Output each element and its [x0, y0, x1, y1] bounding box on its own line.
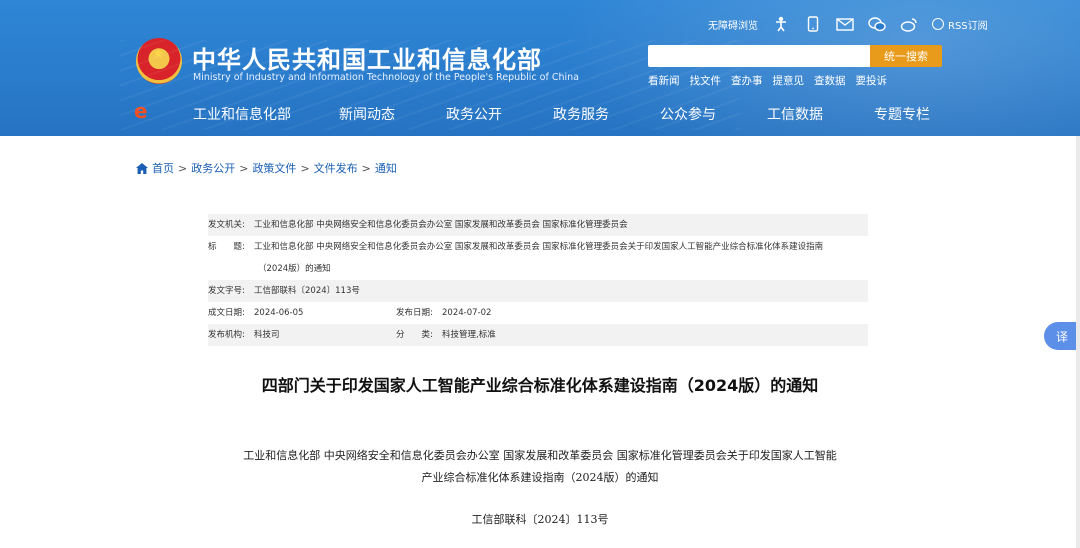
info-row-docno: 发文字号: 工信部联科〔2024〕113号 — [208, 280, 868, 302]
breadcrumb-separator: > — [300, 161, 310, 175]
info-label: 发布机构: — [208, 330, 245, 340]
rss-link[interactable]: RSS订阅 — [932, 17, 988, 32]
quick-link-files[interactable]: 找文件 — [690, 73, 722, 88]
search-input[interactable] — [648, 45, 870, 67]
info-label: 发文字号: — [208, 286, 245, 296]
breadcrumb-separator: > — [178, 161, 188, 175]
nav-item-news[interactable]: 新闻动态 — [339, 104, 395, 124]
wechat-icon[interactable] — [868, 15, 886, 33]
mail-icon[interactable] — [836, 15, 854, 33]
breadcrumb-file-release[interactable]: 文件发布 — [314, 160, 358, 176]
site-header: ★ 中华人民共和国工业和信息化部 Ministry of Industry an… — [0, 0, 1080, 136]
breadcrumb-separator: > — [361, 161, 371, 175]
scrollbar[interactable] — [1076, 136, 1080, 548]
breadcrumb-policy-files[interactable]: 政策文件 — [252, 160, 296, 176]
nav-item-public-participation[interactable]: 公众参与 — [660, 104, 716, 124]
search-button[interactable]: 统一搜索 — [870, 45, 942, 67]
info-label: 发布日期: — [396, 308, 433, 318]
breadcrumb: 首页 > 政务公开 > 政策文件 > 文件发布 > 通知 — [136, 160, 397, 176]
breadcrumb-home[interactable]: 首页 — [152, 160, 174, 176]
info-value: 科技管理,标准 — [442, 330, 496, 340]
info-value: 工业和信息化部 中央网络安全和信息化委员会办公室 国家发展和改革委员会 国家标准… — [254, 220, 628, 230]
body-paragraph: 工业和信息化部 中央网络安全和信息化委员会办公室 国家发展和改革委员会 国家标准… — [243, 449, 837, 462]
document-info-table: 发文机关: 工业和信息化部 中央网络安全和信息化委员会办公室 国家发展和改革委员… — [208, 214, 868, 346]
quick-link-services[interactable]: 查办事 — [731, 73, 763, 88]
site-subtitle: Ministry of Industry and Information Tec… — [193, 72, 579, 83]
nav-item-data[interactable]: 工信数据 — [767, 104, 823, 124]
info-row-title: 标 题: 工业和信息化部 中央网络安全和信息化委员会办公室 国家发展和改革委员会… — [208, 236, 868, 258]
info-value: 2024-06-05 — [254, 308, 304, 318]
body-docno: 工信部联科〔2024〕113号 — [471, 513, 609, 526]
info-row-issuer: 发文机关: 工业和信息化部 中央网络安全和信息化委员会办公室 国家发展和改革委员… — [208, 214, 868, 236]
breadcrumb-gov-affairs[interactable]: 政务公开 — [191, 160, 235, 176]
quick-link-data[interactable]: 查数据 — [814, 73, 846, 88]
rss-icon — [932, 18, 944, 30]
body-paragraph: 产业综合标准化体系建设指南（2024版）的通知 — [421, 471, 659, 484]
document-title: 四部门关于印发国家人工智能产业综合标准化体系建设指南（2024版）的通知 — [261, 376, 819, 395]
quick-link-complaint[interactable]: 要投诉 — [856, 73, 888, 88]
nav-item-topics[interactable]: 专题专栏 — [874, 104, 930, 124]
quick-links: 看新闻 找文件 查办事 提意见 查数据 要投诉 — [648, 73, 887, 88]
nav-item-ministry[interactable]: 工业和信息化部 — [193, 104, 291, 124]
info-value: 工信部联科〔2024〕113号 — [254, 286, 360, 296]
translate-button[interactable]: 译 — [1044, 322, 1080, 350]
accessible-browse-link[interactable]: 无障碍浏览 — [708, 17, 758, 32]
info-value: （2024版）的通知 — [258, 264, 331, 274]
weibo-icon[interactable] — [900, 15, 918, 33]
info-row-title-cont: （2024版）的通知 — [208, 258, 868, 280]
info-label: 标 题: — [208, 242, 245, 252]
info-value: 工业和信息化部 中央网络安全和信息化委员会办公室 国家发展和改革委员会 国家标准… — [254, 242, 824, 252]
info-value: 2024-07-02 — [442, 308, 492, 318]
info-label: 发文机关: — [208, 220, 245, 230]
accessibility-icon[interactable] — [772, 15, 790, 33]
nav-item-gov-affairs[interactable]: 政务公开 — [446, 104, 502, 124]
nav-item-gov-services[interactable]: 政务服务 — [553, 104, 609, 124]
quick-link-feedback[interactable]: 提意见 — [773, 73, 805, 88]
info-row-org: 发布机构: 科技司 分 类: 科技管理,标准 — [208, 324, 868, 346]
info-value: 科技司 — [254, 330, 280, 340]
main-nav: e 工业和信息化部 新闻动态 政务公开 政务服务 公众参与 工信数据 专题专栏 — [0, 96, 1080, 132]
top-links: 无障碍浏览 RSS订阅 — [708, 14, 988, 34]
info-label: 成文日期: — [208, 308, 245, 318]
breadcrumb-notice[interactable]: 通知 — [375, 160, 397, 176]
info-label: 分 类: — [396, 330, 433, 340]
breadcrumb-separator: > — [239, 161, 249, 175]
info-row-dates: 成文日期: 2024-06-05 发布日期: 2024-07-02 — [208, 302, 868, 324]
search-bar: 统一搜索 — [648, 45, 942, 67]
home-icon[interactable] — [136, 162, 148, 174]
mobile-icon[interactable] — [804, 15, 822, 33]
e-government-icon[interactable]: e — [134, 101, 152, 121]
rss-label: RSS订阅 — [948, 20, 988, 32]
quick-link-news[interactable]: 看新闻 — [648, 73, 680, 88]
site-title[interactable]: 中华人民共和国工业和信息化部 — [192, 40, 542, 75]
national-emblem-icon: ★ — [136, 38, 182, 84]
